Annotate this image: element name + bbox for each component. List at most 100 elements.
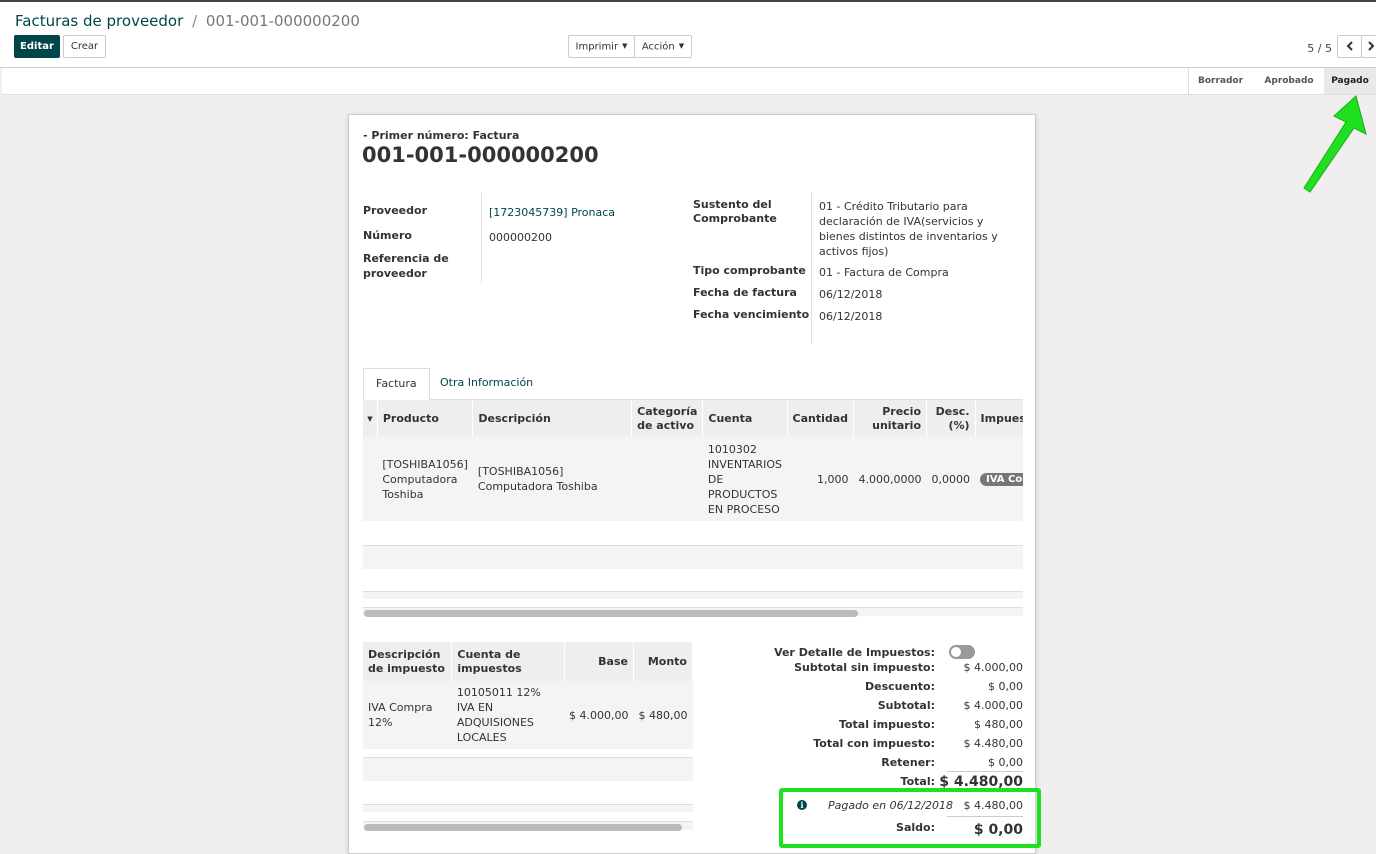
column-header-descuento[interactable]: Desc. (%): [926, 400, 976, 437]
cell-descuento: 0,0000: [926, 437, 976, 521]
edit-button[interactable]: Editar: [14, 35, 60, 58]
status-bar: Borrador Aprobado Pagado: [2, 68, 1376, 95]
field-value-tipo-comprobante: 01 - Factura de Compra: [819, 266, 949, 279]
field-value-fecha-factura: 06/12/2018: [819, 288, 883, 301]
field-label-referencia: Referencia de proveedor: [363, 252, 449, 280]
totals-label-descuento: Descuento:: [865, 680, 935, 693]
tab-otra-informacion[interactable]: Otra Información: [428, 368, 545, 400]
cell-precio: 4.000,0000: [853, 437, 927, 521]
print-label: Imprimir: [575, 41, 619, 53]
field-label-fecha-vencimiento: Fecha vencimiento: [693, 308, 810, 321]
column-header-desc-impuesto[interactable]: Descripción de impuesto: [363, 642, 453, 681]
column-header-cantidad[interactable]: Cantidad: [787, 400, 855, 437]
breadcrumb-separator: /: [192, 12, 198, 30]
column-header-monto[interactable]: Monto: [633, 642, 693, 681]
totals-label-total-con-impuesto: Total con impuesto:: [813, 737, 935, 750]
right-group-divider: [811, 193, 812, 343]
left-group-divider: [481, 193, 482, 283]
status-stage-draft[interactable]: Borrador: [1188, 68, 1252, 94]
tax-badge: IVA Compra: [980, 473, 1023, 486]
totals-label-subtotal: Subtotal:: [877, 699, 935, 712]
invoice-lines-table: ▼ Producto Descripción Categoría de acti…: [363, 400, 1023, 521]
cell-cantidad: 1,000: [787, 437, 854, 521]
cell-cuenta-impuestos: 10105011 12% IVA EN ADQUISIONES LOCALES: [451, 681, 565, 749]
invoice-lines-table-container: ▼ Producto Descripción Categoría de acti…: [363, 400, 1023, 522]
column-toggle-caret[interactable]: ▼: [363, 400, 378, 437]
cell-categoria: [631, 437, 703, 521]
action-dropdown-button[interactable]: Acción ▼: [634, 35, 692, 58]
green-arrow-annotation: [1303, 95, 1367, 193]
totals-value-subtotal: $ 4.000,00: [963, 699, 1023, 712]
column-header-base[interactable]: Base: [564, 642, 635, 681]
action-label: Acción: [641, 41, 675, 53]
caret-down-icon: ▼: [678, 42, 685, 50]
control-panel: Facturas de proveedor / 001-001-00000020…: [0, 0, 1376, 68]
totals-label-retener: Retener:: [881, 756, 935, 769]
cell-desc-impuesto: IVA Compra 12%: [363, 681, 452, 749]
totals-label-subtotal-sin-impuesto: Subtotal sin impuesto:: [794, 661, 935, 674]
empty-row: [363, 804, 693, 812]
column-header-producto[interactable]: Producto: [377, 400, 474, 437]
tax-table: Descripción de impuesto Cuenta de impues…: [363, 642, 693, 749]
column-header-precio[interactable]: Precio unitario: [853, 400, 928, 437]
column-header-cuenta[interactable]: Cuenta: [702, 400, 788, 437]
totals-value-subtotal-sin-impuesto: $ 4.000,00: [963, 661, 1023, 674]
chevron-left-icon: [1346, 41, 1353, 51]
table-row[interactable]: IVA Compra 12% 10105011 12% IVA EN ADQUI…: [363, 681, 693, 749]
tax-detail-toggle-label: Ver Detalle de Impuestos:: [774, 646, 935, 659]
empty-row: [363, 545, 1023, 569]
status-stage-label: Aprobado: [1264, 76, 1314, 86]
empty-row: [363, 591, 1023, 599]
toggle-knob: [951, 647, 961, 657]
column-header-cuenta-impuestos[interactable]: Cuenta de impuestos: [451, 642, 565, 681]
form-sheet: - Primer número: Factura 001-001-0000002…: [348, 114, 1036, 854]
column-header-categoria[interactable]: Categoría de activo: [631, 400, 704, 437]
totals-value-total-con-impuesto: $ 4.480,00: [963, 737, 1023, 750]
totals-label-total: Total:: [900, 775, 935, 788]
field-label-numero: Número: [363, 229, 412, 242]
empty-row: [363, 757, 693, 781]
status-stage-label: Pagado: [1331, 76, 1369, 86]
status-stage-approved[interactable]: Aprobado: [1254, 68, 1324, 94]
totals-value-total-impuesto: $ 480,00: [974, 718, 1023, 731]
cell-impuestos: IVA Compra: [975, 437, 1023, 521]
pager-next-button[interactable]: [1361, 35, 1376, 58]
cell-base: $ 4.000,00: [564, 681, 634, 749]
totals-value-descuento: $ 0,00: [988, 680, 1023, 693]
field-value-numero: 000000200: [489, 231, 552, 244]
cell-descripcion: [TOSHIBA1056] Computadora Toshiba: [472, 437, 632, 521]
tab-factura[interactable]: Factura: [363, 368, 430, 400]
totals-label-total-impuesto: Total impuesto:: [838, 718, 935, 731]
cell-producto: [TOSHIBA1056] Computadora Toshiba: [377, 437, 473, 521]
form-subtitle: - Primer número: Factura: [363, 129, 520, 142]
total-divider: [947, 771, 1023, 772]
chevron-right-icon: [1368, 41, 1375, 51]
cell-monto: $ 480,00: [633, 681, 693, 749]
pager-value: 5 / 5: [1307, 42, 1332, 55]
scrollbar-thumb[interactable]: [364, 610, 858, 617]
cell-cuenta: 1010302 INVENTARIOS DE PRODUCTOS EN PROC…: [702, 437, 787, 521]
form-title: 001-001-000000200: [362, 143, 599, 167]
field-value-proveedor[interactable]: [1723045739] Pronaca: [489, 206, 615, 219]
scrollbar-thumb[interactable]: [364, 824, 682, 831]
breadcrumb: Facturas de proveedor / 001-001-00000020…: [15, 12, 360, 30]
tax-detail-toggle[interactable]: [949, 645, 975, 659]
breadcrumb-current: 001-001-000000200: [205, 12, 360, 30]
create-button[interactable]: Crear: [63, 35, 106, 58]
caret-down-icon: ▼: [367, 415, 373, 423]
pager-previous-button[interactable]: [1337, 35, 1362, 58]
field-value-fecha-vencimiento: 06/12/2018: [819, 310, 883, 323]
table-row[interactable]: [TOSHIBA1056] Computadora Toshiba [TOSHI…: [363, 437, 1023, 521]
green-highlight-box: [779, 788, 1041, 848]
field-label-proveedor: Proveedor: [363, 204, 427, 217]
status-stage-label: Borrador: [1197, 76, 1244, 86]
row-spacer: [363, 437, 378, 521]
column-header-impuestos[interactable]: Impuestos: [975, 400, 1023, 437]
field-label-fecha-factura: Fecha de factura: [693, 286, 797, 299]
print-dropdown-button[interactable]: Imprimir ▼: [568, 35, 635, 58]
column-header-descripcion[interactable]: Descripción: [472, 400, 633, 437]
field-value-sustento: 01 - Crédito Tributario para declaración…: [819, 200, 998, 258]
status-stage-paid[interactable]: Pagado: [1324, 68, 1376, 94]
field-label-tipo-comprobante: Tipo comprobante: [693, 264, 806, 277]
breadcrumb-parent-link[interactable]: Facturas de proveedor: [15, 12, 183, 30]
